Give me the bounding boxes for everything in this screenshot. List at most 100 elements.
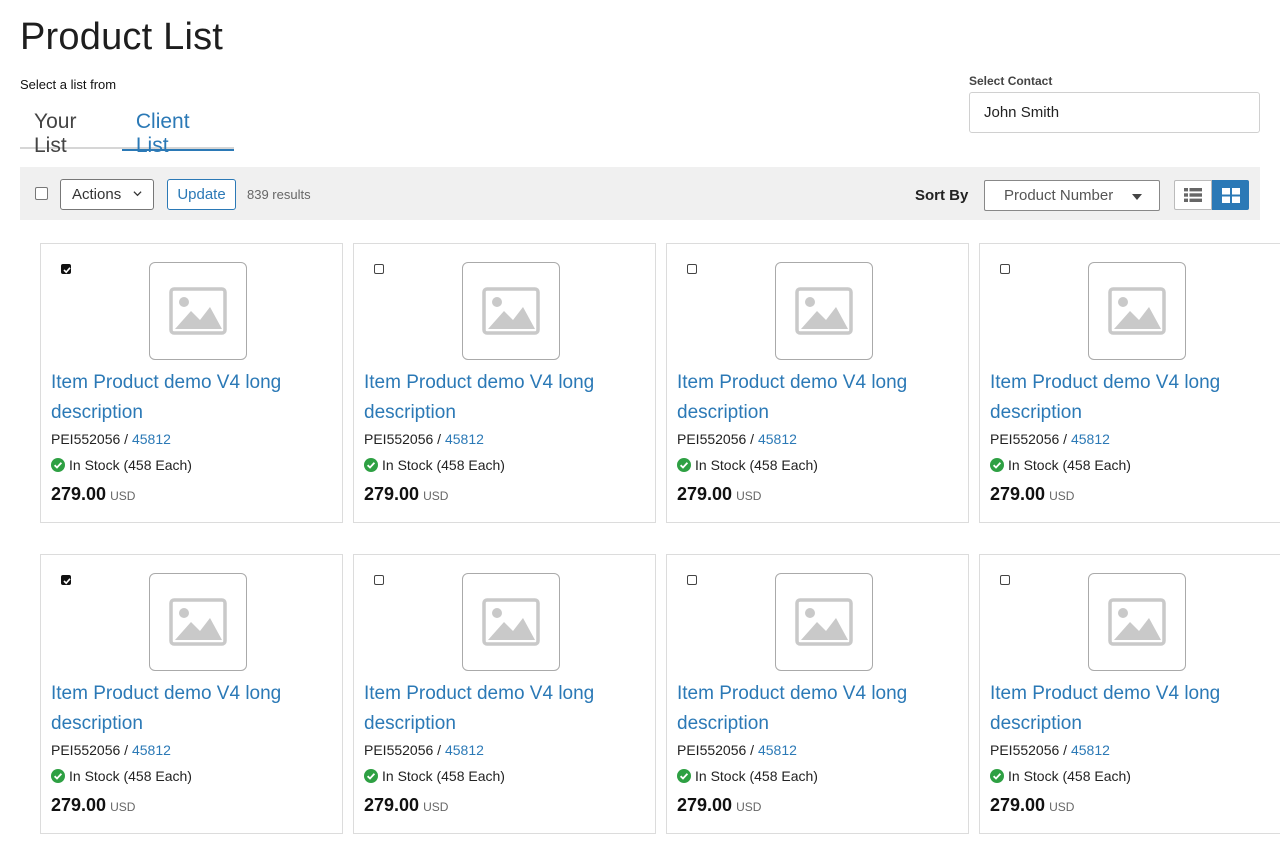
stock-text: In Stock (458 Each) <box>69 768 192 784</box>
actions-dropdown[interactable]: Actions <box>60 179 154 210</box>
check-circle-icon <box>51 769 65 783</box>
product-image-placeholder[interactable] <box>1088 573 1186 671</box>
product-number: PEI552056 <box>990 742 1060 758</box>
product-image-placeholder[interactable] <box>462 262 560 360</box>
sku-separator: / <box>433 431 445 447</box>
price-currency: USD <box>110 800 136 814</box>
stock-text: In Stock (458 Each) <box>695 768 818 784</box>
product-select-checkbox[interactable] <box>687 264 697 274</box>
product-title-link[interactable]: Item Product demo V4 long description <box>51 368 331 428</box>
product-image-placeholder[interactable] <box>462 573 560 671</box>
product-sku: PEI552056 / 45812 <box>990 742 1110 758</box>
product-select-checkbox[interactable] <box>1000 575 1010 585</box>
select-contact-label: Select Contact <box>969 74 1053 88</box>
image-placeholder-icon <box>482 598 540 646</box>
stock-text: In Stock (458 Each) <box>1008 457 1131 473</box>
product-price: 279.00 USD <box>364 795 448 816</box>
product-title-link[interactable]: Item Product demo V4 long description <box>990 368 1270 428</box>
product-sku: PEI552056 / 45812 <box>51 431 171 447</box>
product-part-link[interactable]: 45812 <box>445 742 484 758</box>
stock-status: In Stock (458 Each) <box>51 457 192 473</box>
product-card[interactable]: Item Product demo V4 long description PE… <box>666 554 969 834</box>
product-title-link[interactable]: Item Product demo V4 long description <box>51 679 331 739</box>
price-amount: 279.00 <box>990 484 1046 504</box>
product-select-checkbox[interactable] <box>61 575 71 585</box>
tab-client-list[interactable]: Client List <box>121 104 235 157</box>
product-sku: PEI552056 / 45812 <box>364 742 484 758</box>
select-contact-input[interactable] <box>969 92 1260 133</box>
product-sku: PEI552056 / 45812 <box>990 431 1110 447</box>
product-card[interactable]: Item Product demo V4 long description PE… <box>353 243 656 523</box>
price-amount: 279.00 <box>51 484 107 504</box>
product-card[interactable]: Item Product demo V4 long description PE… <box>40 243 343 523</box>
product-part-link[interactable]: 45812 <box>1071 742 1110 758</box>
product-sku: PEI552056 / 45812 <box>677 742 797 758</box>
product-image-placeholder[interactable] <box>149 262 247 360</box>
product-part-link[interactable]: 45812 <box>132 431 171 447</box>
product-grid: Item Product demo V4 long description PE… <box>40 243 1280 834</box>
product-price: 279.00 USD <box>990 795 1074 816</box>
check-circle-icon <box>364 458 378 472</box>
product-title-link[interactable]: Item Product demo V4 long description <box>990 679 1270 739</box>
price-currency: USD <box>736 489 762 503</box>
stock-text: In Stock (458 Each) <box>695 457 818 473</box>
product-price: 279.00 USD <box>677 795 761 816</box>
product-number: PEI552056 <box>990 431 1060 447</box>
grid-view-button[interactable] <box>1212 180 1249 210</box>
product-image-placeholder[interactable] <box>775 573 873 671</box>
image-placeholder-icon <box>169 287 227 335</box>
page-title: Product List <box>20 16 224 58</box>
stock-status: In Stock (458 Each) <box>51 768 192 784</box>
product-part-link[interactable]: 45812 <box>1071 431 1110 447</box>
product-title-link[interactable]: Item Product demo V4 long description <box>364 368 644 428</box>
product-card[interactable]: Item Product demo V4 long description PE… <box>353 554 656 834</box>
price-amount: 279.00 <box>364 795 420 815</box>
check-circle-icon <box>677 458 691 472</box>
product-title-link[interactable]: Item Product demo V4 long description <box>364 679 644 739</box>
product-card[interactable]: Item Product demo V4 long description PE… <box>40 554 343 834</box>
check-circle-icon <box>990 458 1004 472</box>
price-currency: USD <box>110 489 136 503</box>
sort-by-label: Sort By <box>915 187 969 204</box>
product-part-link[interactable]: 45812 <box>758 742 797 758</box>
product-image-placeholder[interactable] <box>1088 262 1186 360</box>
price-currency: USD <box>736 800 762 814</box>
product-title-link[interactable]: Item Product demo V4 long description <box>677 368 957 428</box>
product-select-checkbox[interactable] <box>1000 264 1010 274</box>
list-view-icon <box>1184 188 1202 202</box>
price-amount: 279.00 <box>51 795 107 815</box>
list-view-button[interactable] <box>1174 180 1212 210</box>
product-card[interactable]: Item Product demo V4 long description PE… <box>979 243 1280 523</box>
product-number: PEI552056 <box>677 431 747 447</box>
product-select-checkbox[interactable] <box>374 575 384 585</box>
product-price: 279.00 USD <box>364 484 448 505</box>
stock-text: In Stock (458 Each) <box>1008 768 1131 784</box>
product-image-placeholder[interactable] <box>149 573 247 671</box>
product-select-checkbox[interactable] <box>374 264 384 274</box>
image-placeholder-icon <box>1108 598 1166 646</box>
sku-separator: / <box>746 431 758 447</box>
sort-by-select[interactable]: Product Number <box>984 180 1160 211</box>
product-part-link[interactable]: 45812 <box>758 431 797 447</box>
price-amount: 279.00 <box>677 484 733 504</box>
product-select-checkbox[interactable] <box>61 264 71 274</box>
product-part-link[interactable]: 45812 <box>445 431 484 447</box>
sort-by-value: Product Number <box>1004 187 1114 204</box>
product-card[interactable]: Item Product demo V4 long description PE… <box>666 243 969 523</box>
product-title-link[interactable]: Item Product demo V4 long description <box>677 679 957 739</box>
product-sku: PEI552056 / 45812 <box>677 431 797 447</box>
product-part-link[interactable]: 45812 <box>132 742 171 758</box>
tab-your-list[interactable]: Your List <box>20 104 122 157</box>
check-circle-icon <box>677 769 691 783</box>
product-card[interactable]: Item Product demo V4 long description PE… <box>979 554 1280 834</box>
price-amount: 279.00 <box>990 795 1046 815</box>
product-number: PEI552056 <box>364 431 434 447</box>
update-button[interactable]: Update <box>167 179 236 210</box>
product-image-placeholder[interactable] <box>775 262 873 360</box>
product-sku: PEI552056 / 45812 <box>51 742 171 758</box>
select-all-checkbox[interactable] <box>35 187 48 200</box>
image-placeholder-icon <box>169 598 227 646</box>
product-price: 279.00 USD <box>51 795 135 816</box>
product-select-checkbox[interactable] <box>687 575 697 585</box>
price-amount: 279.00 <box>677 795 733 815</box>
